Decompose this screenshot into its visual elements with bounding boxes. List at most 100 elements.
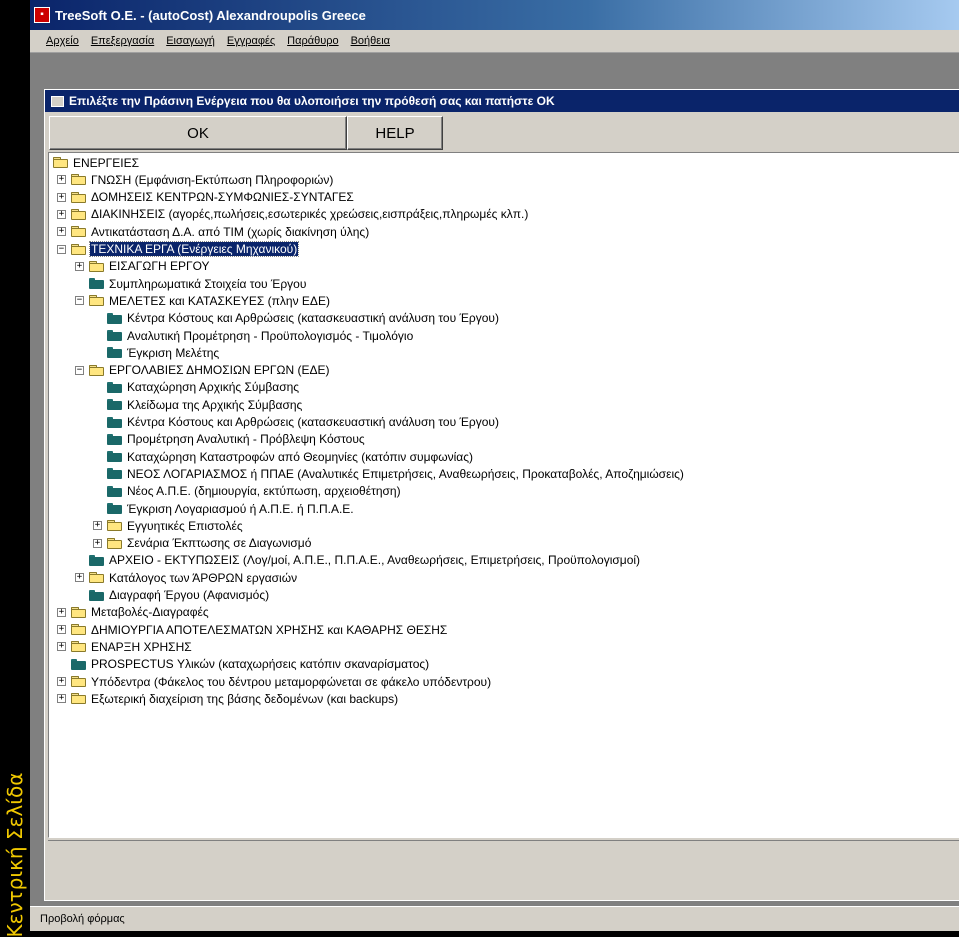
expand-icon[interactable]: + [57,192,66,202]
tree-node[interactable]: − ΜΕΛΕΤΕΣ και ΚΑΤΑΣΚΕΥΕΣ (πλην ΕΔΕ) [75,292,331,309]
expand-icon[interactable]: + [75,573,84,583]
side-banner-text: Κεντρική Σελίδα [3,772,27,937]
tree-node[interactable]: Διαγραφή Έργου (Αφανισμός) [89,587,270,604]
tree-node[interactable]: PROSPECTUS Υλικών (καταχωρήσεις κατόπιν … [71,656,430,673]
tree-node[interactable]: − ΕΡΓΟΛΑΒΙΕΣ ΔΗΜΟΣΙΩΝ ΕΡΓΩΝ (ΕΔΕ) [75,362,331,379]
tree-node[interactable]: Έγκριση Μελέτης [107,344,220,361]
tree-node[interactable]: + Μεταβολές-Διαγραφές [57,604,210,621]
folder-icon [89,364,104,376]
expand-icon[interactable]: + [57,625,66,635]
tree-node[interactable]: + ΕΙΣΑΓΩΓΗ ΕΡΓΟΥ [75,258,211,275]
tree-node[interactable]: Κέντρα Κόστους και Αρθρώσεις (κατασκευασ… [107,310,500,327]
tree-node-label: ΝΕΟΣ ΛΟΓΑΡΙΑΣΜΟΣ ή ΠΠΑΕ (Αναλυτικές Επιμ… [127,466,684,481]
dialog-footer [48,840,959,899]
menu-insert[interactable]: Εισαγωγή [160,35,221,47]
expand-icon[interactable]: + [57,175,66,185]
folder-icon [107,520,122,532]
folder-icon [53,157,68,168]
tree-node[interactable]: Κέντρα Κόστους και Αρθρώσεις (κατασκευασ… [107,414,500,431]
tree-node-label: ΕΝΑΡΞΗ ΧΡΗΣΗΣ [91,639,192,654]
expand-icon[interactable]: + [57,694,66,704]
tree-node[interactable]: ΝΕΟΣ ΛΟΓΑΡΙΑΣΜΟΣ ή ΠΠΑΕ (Αναλυτικές Επιμ… [107,465,685,482]
expand-icon[interactable]: + [57,227,66,237]
expand-icon[interactable]: + [75,261,84,271]
app-icon: ▪ [34,7,50,23]
tree-node-label: Έγκριση Μελέτης [127,345,220,360]
tree-node[interactable]: Κλείδωμα της Αρχικής Σύμβασης [107,396,303,413]
tree-node[interactable]: + ΓΝΩΣΗ (Εμφάνιση-Εκτύπωση Πληροφοριών) [57,171,334,188]
tree-node[interactable]: − ΤΕΧΝΙΚΑ ΕΡΓΑ (Ενέργειες Μηχανικού) [57,241,300,258]
tree-node[interactable]: Νέος Α.Π.Ε. (δημιουργία, εκτύπωση, αρχει… [107,483,402,500]
action-folder-icon [107,433,122,445]
collapse-icon[interactable]: − [75,365,84,375]
tree-node[interactable]: + Υπόδεντρα (Φάκελος του δέντρου μεταμορφ… [57,673,492,690]
help-button[interactable]: HELP [347,116,443,150]
tree-node-label: Κέντρα Κόστους και Αρθρώσεις (κατασκευασ… [127,415,499,429]
menu-edit[interactable]: Επεξεργασία [85,35,160,47]
menu-help[interactable]: Βοήθεια [345,35,396,47]
dialog-title: Επιλέξτε την Πράσινη Ενέργεια που θα υλο… [69,94,555,108]
tree-node-label: Μεταβολές-Διαγραφές [91,605,209,620]
tree-node[interactable]: + ΔΗΜΙΟΥΡΓΙΑ ΑΠΟΤΕΛΕΣΜΑΤΩΝ ΧΡΗΣΗΣ και ΚΑΘ… [57,621,448,638]
tree-node[interactable]: Συμπληρωματικά Στοιχεία του Έργου [89,275,307,292]
tree-node[interactable]: + Κατάλογος των ΆΡΘΡΩΝ εργασιών [75,569,298,586]
menu-window[interactable]: Παράθυρο [281,35,344,47]
tree-node-label: Νέος Α.Π.Ε. (δημιουργία, εκτύπωση, αρχει… [127,484,401,499]
tree-node[interactable]: + ΕΝΑΡΞΗ ΧΡΗΣΗΣ [57,638,193,655]
collapse-icon[interactable]: − [57,244,66,254]
actions-tree[interactable]: ΕΝΕΡΓΕΙΕΣ + ΓΝΩΣΗ (Εμφάνιση-Εκτύπωση Πληρο… [48,152,959,838]
folder-icon [71,226,86,238]
tree-node-label: Κέντρα Κόστους και Αρθρώσεις (κατασκευασ… [127,311,499,326]
expand-icon[interactable]: + [57,642,66,652]
folder-icon [71,208,86,220]
tree-node-label: Εξωτερική διαχείριση της βάσης δεδομένων… [91,691,399,706]
window-titlebar: ▪ TreeSoft O.E. - (autoCost) Alexandroup… [30,0,959,30]
action-folder-icon [107,399,122,411]
tree-node[interactable]: Καταχώρηση Καταστροφών από Θεομηνίες (κα… [107,448,474,465]
tree-node[interactable]: Έγκριση Λογαριασμού ή Α.Π.Ε. ή Π.Π.Α.Ε. [107,500,355,517]
tree-node[interactable]: + ΔΟΜΗΣΕΙΣ ΚΕΝΤΡΩΝ-ΣΥΜΦΩΝΙΕΣ-ΣΥΝΤΑΓΕΣ [57,189,355,206]
tree-node-label: Σενάρια Έκπτωσης σε Διαγωνισμό [127,536,312,551]
tree-node-label: Διαγραφή Έργου (Αφανισμός) [109,588,270,602]
window-title: TreeSoft O.E. - (autoCost) Alexandroupol… [55,7,366,23]
action-folder-icon [107,468,122,480]
menu-records[interactable]: Εγγραφές [221,35,281,47]
action-folder-icon [107,347,122,359]
tree-node-label: Καταχώρηση Αρχικής Σύμβασης [127,380,300,395]
expand-icon[interactable]: + [93,538,102,548]
expand-icon[interactable]: + [93,521,102,531]
statusbar: Προβολή φόρμας [30,906,959,931]
action-dialog: Επιλέξτε την Πράσινη Ενέργεια που θα υλο… [44,89,959,901]
tree-node[interactable]: ΕΝΕΡΓΕΙΕΣ [53,154,140,171]
folder-icon [71,641,86,653]
tree-node-label: Προμέτρηση Αναλυτική - Πρόβλεψη Κόστους [127,432,365,447]
action-folder-icon [89,554,104,566]
ok-button[interactable]: OK [49,116,347,150]
tree-node-label: Έγκριση Λογαριασμού ή Α.Π.Ε. ή Π.Π.Α.Ε. [127,501,354,516]
tree-node[interactable]: Καταχώρηση Αρχικής Σύμβασης [107,379,300,396]
menu-file[interactable]: Αρχείο [40,35,85,47]
tree-node[interactable]: + Σενάρια Έκπτωσης σε Διαγωνισμό [93,535,312,552]
tree-node[interactable]: ΑΡΧΕΙΟ - ΕΚΤΥΠΩΣΕΙΣ (Λογ/μοί, Α.Π.Ε., Π.… [89,552,641,569]
folder-icon [71,191,86,203]
tree-node[interactable]: Προμέτρηση Αναλυτική - Πρόβλεψη Κόστους [107,431,366,448]
tree-node-label: Καταχώρηση Καταστροφών από Θεομηνίες (κα… [127,449,474,464]
tree-node-label: Εγγυητικές Επιστολές [127,518,243,533]
expand-icon[interactable]: + [57,209,66,219]
mdi-workspace: Επιλέξτε την Πράσινη Ενέργεια που θα υλο… [30,53,959,906]
tree-node-label: PROSPECTUS Υλικών (καταχωρήσεις κατόπιν … [91,657,430,672]
tree-node[interactable]: + Εγγυητικές Επιστολές [93,517,244,534]
tree-node-label: ΕΡΓΟΛΑΒΙΕΣ ΔΗΜΟΣΙΩΝ ΕΡΓΩΝ (ΕΔΕ) [109,363,330,378]
expand-icon[interactable]: + [57,607,66,617]
tree-node-label: Κλείδωμα της Αρχικής Σύμβασης [127,397,303,412]
action-folder-icon [107,381,122,393]
tree-node[interactable]: + ΔΙΑΚΙΝΗΣΕΙΣ (αγορές,πωλήσεις,εσωτερικές… [57,206,529,223]
folder-icon [89,260,104,272]
tree-node[interactable]: + Αντικατάσταση Δ.Α. από ΤΙΜ (χωρίς διακί… [57,223,370,240]
collapse-icon[interactable]: − [75,296,84,306]
tree-node-label: ΔΟΜΗΣΕΙΣ ΚΕΝΤΡΩΝ-ΣΥΜΦΩΝΙΕΣ-ΣΥΝΤΑΓΕΣ [91,190,354,205]
tree-node-label: Συμπληρωματικά Στοιχεία του Έργου [109,276,307,291]
expand-icon[interactable]: + [57,677,66,686]
tree-node[interactable]: + Εξωτερική διαχείριση της βάσης δεδομένω… [57,690,399,707]
tree-node[interactable]: Αναλυτική Προμέτρηση - Προϋπολογισμός - … [107,327,414,344]
